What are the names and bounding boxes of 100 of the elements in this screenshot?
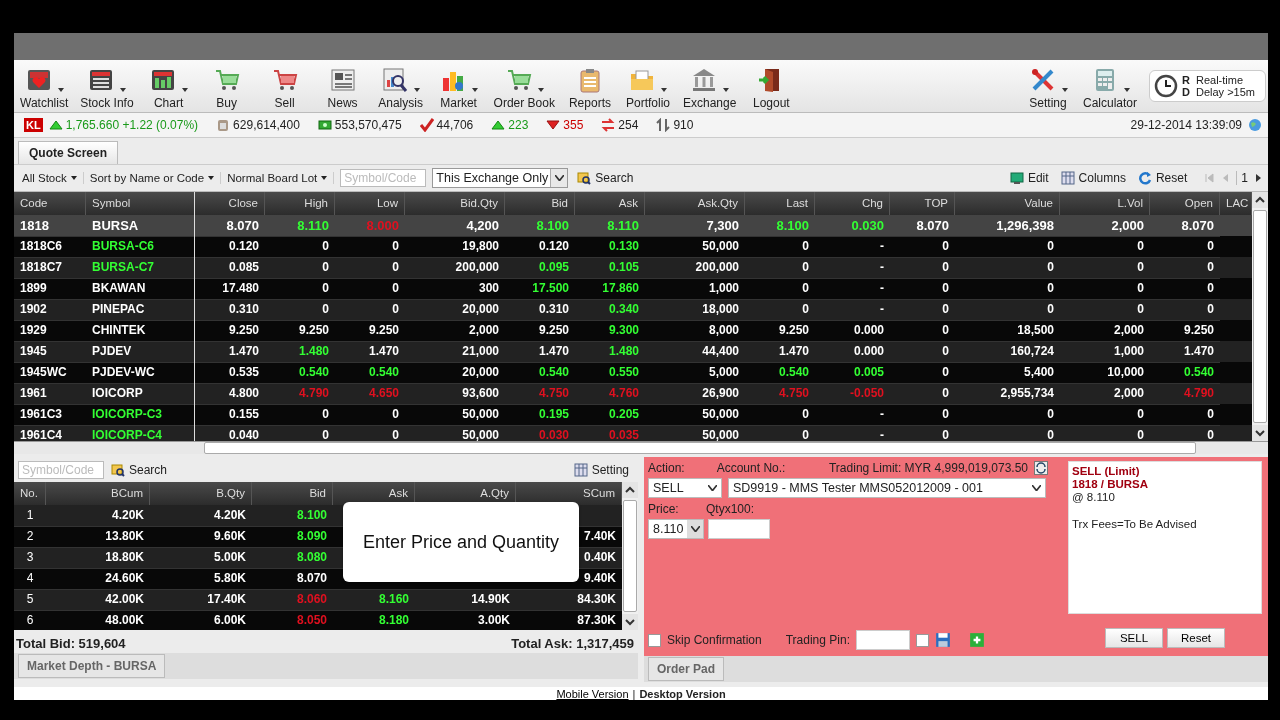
toolbar-button[interactable]: News: [313, 62, 372, 110]
chevron-down-icon: [708, 485, 717, 491]
toolbar-button[interactable]: Buy: [197, 62, 256, 110]
scroll-up-icon[interactable]: [622, 482, 638, 498]
field-label: Account No.:: [716, 461, 786, 475]
table-row[interactable]: 1818 BURSA 8.070 8.110 8.000 4,200 8.100 8.110 7,300 8.100 0.030 8.070 1,296,398 2,000 8.070: [14, 215, 1252, 236]
toolbar-action[interactable]: Edit: [1006, 171, 1052, 185]
search-icon: [577, 171, 592, 185]
market-stat: 910: [673, 118, 694, 132]
symbol-field[interactable]: Symbol/Code: [340, 169, 427, 187]
symbol-field[interactable]: Symbol/Code: [18, 460, 104, 479]
table-cell: 3.00K: [415, 610, 516, 630]
first-page-icon[interactable]: [1204, 173, 1215, 183]
toolbar-action[interactable]: Columns: [1057, 171, 1129, 185]
pin-field[interactable]: [856, 630, 910, 650]
total-bid: Total Bid: 519,604: [16, 636, 126, 651]
table-row[interactable]: 1961C3 IOICORP-C3 0.155 0 0 50,000 0.195 0.205 50,000 0 - 0 0 0 0: [14, 404, 1252, 425]
filter-dropdown[interactable]: Normal Board Lot: [227, 172, 335, 184]
table-cell: 6.00K: [150, 610, 252, 630]
tab[interactable]: Quote Screen: [18, 141, 119, 164]
submit-button[interactable]: SELL: [1105, 628, 1163, 648]
toolbar-button[interactable]: Market: [429, 62, 488, 110]
separator: |: [632, 687, 636, 700]
search-button[interactable]: Search: [108, 462, 171, 477]
toolbar-button[interactable]: Analysis: [371, 62, 430, 110]
action-select[interactable]: SELL: [648, 478, 722, 498]
scrollbar[interactable]: [14, 441, 1268, 454]
toolbar-button[interactable]: Setting: [1019, 62, 1077, 110]
toolbar-button[interactable]: Calculator: [1077, 62, 1144, 110]
field-label: Action:: [648, 461, 685, 475]
refresh-icon[interactable]: [1034, 461, 1048, 475]
up-triangle-icon: [48, 118, 63, 132]
table-row[interactable]: 1818C6 BURSA-C6 0.120 0 0 19,800 0.120 0.130 50,000 0 - 0 0 0 0: [14, 236, 1252, 257]
reset-button[interactable]: Reset: [1167, 628, 1225, 648]
search-button[interactable]: Search: [574, 171, 637, 185]
tab[interactable]: Market Depth - BURSA: [18, 654, 166, 678]
filter-dropdown[interactable]: Sort by Name or Code: [89, 172, 222, 184]
swap-arrows-icon: [601, 118, 616, 132]
table-row[interactable]: 1929 CHINTEK 9.250 9.250 9.250 2,000 9.250 9.300 8,000 9.250 0.000 0 18,500 2,000 9.250: [14, 320, 1252, 341]
table-cell: 48.00K: [46, 610, 150, 630]
toolbar-button[interactable]: Chart: [139, 62, 198, 110]
trading-limit: Trading Limit: MYR 4,999,019,073.50: [829, 461, 1028, 475]
checkbox-label: Skip Confirmation: [667, 633, 762, 647]
order-fees: Trx Fees=To Be Advised: [1072, 518, 1198, 531]
toolbar-button[interactable]: Exchange: [676, 62, 743, 110]
toolbar-action[interactable]: Reset: [1134, 171, 1191, 185]
table-row[interactable]: 1818C7 BURSA-C7 0.085 0 0 200,000 0.095 0.105 200,000 0 - 0 0 0 0: [14, 257, 1252, 278]
table-cell: 6: [14, 610, 46, 630]
columns-icon: [1060, 171, 1075, 185]
market-stat: 1,765.660 +1.22 (0.07%): [65, 118, 199, 132]
quantity-field[interactable]: [708, 519, 770, 539]
page-number[interactable]: 1: [1236, 171, 1248, 185]
toolbar-button[interactable]: Portfolio: [618, 62, 677, 110]
tab[interactable]: Order Pad: [648, 657, 725, 681]
table-row[interactable]: 1899 BKAWAN 17.480 0 0 300 17.500 17.860 1,000 0 - 0 0 0 0: [14, 278, 1252, 299]
toolbar-button[interactable]: Reports: [560, 62, 619, 110]
setting-button[interactable]: Setting: [570, 462, 632, 477]
banknote-icon: [317, 118, 332, 132]
filter-dropdown[interactable]: All Stock: [22, 172, 84, 184]
table-cell: 8.050: [252, 610, 333, 630]
scrollbar[interactable]: [1252, 192, 1268, 441]
field-label: Trading Pin:: [785, 633, 850, 647]
clock-icon: [1154, 74, 1179, 98]
caret-icon: [70, 176, 77, 180]
caret-icon: [321, 176, 328, 180]
scroll-down-icon[interactable]: [1252, 425, 1268, 441]
order-stock: 1818 / BURSA: [1072, 478, 1150, 491]
scroll-up-icon[interactable]: [1252, 192, 1268, 208]
exchange-select[interactable]: This Exchange Only: [432, 168, 569, 188]
price-field[interactable]: 8.110: [648, 519, 704, 539]
feed-label: Real-time: [1196, 74, 1244, 86]
account-select[interactable]: SD9919 - MMS Tester MMS052012009 - 001: [728, 478, 1046, 498]
globe-icon: [1248, 118, 1262, 132]
table-row[interactable]: 1945WC PJDEV-WC 0.535 0.540 0.540 20,000 0.540 0.550 5,000 0.540 0.005 0 5,400 10,000 0.540: [14, 362, 1252, 383]
field-label: Qtyx100:: [706, 502, 755, 516]
exchange-badge: KL: [24, 118, 43, 132]
order-price: @ 8.110: [1072, 491, 1116, 504]
toolbar-button[interactable]: Logout: [742, 62, 801, 110]
toolbar-button[interactable]: Watchlist: [14, 62, 75, 110]
table-cell: 8.180: [333, 610, 415, 630]
toolbar-button[interactable]: Order Book: [487, 62, 561, 110]
table-row[interactable]: 1902 PINEPAC 0.310 0 0 20,000 0.310 0.340 18,000 0 - 0 0 0 0: [14, 299, 1252, 320]
chevron-down-icon: [554, 175, 564, 181]
table-row[interactable]: 1945 PJDEV 1.470 1.480 1.470 21,000 1.470 1.480 44,400 1.470 0.000 0 160,724 1,000 1.470: [14, 341, 1252, 362]
save-icon[interactable]: [935, 632, 951, 648]
checkbox[interactable]: [648, 633, 661, 647]
toolbar-button[interactable]: Stock Info: [74, 62, 140, 110]
scroll-down-icon[interactable]: [622, 614, 638, 630]
toolbar-button[interactable]: Sell: [255, 62, 314, 110]
up-triangle-icon: [491, 118, 506, 132]
scrollbar[interactable]: [622, 482, 638, 630]
add-icon[interactable]: [969, 632, 985, 648]
table-row[interactable]: 1961 IOICORP 4.800 4.790 4.650 93,600 4.750 4.760 26,900 4.750 -0.050 0 2,955,734 2,000 4.790: [14, 383, 1252, 404]
feed-code: D: [1182, 86, 1190, 98]
market-stat: 629,614,400: [233, 118, 300, 132]
screen-icon: [1009, 171, 1024, 185]
mobile-version-link[interactable]: Mobile Version: [556, 687, 629, 700]
checkbox[interactable]: [916, 633, 929, 647]
feed-label: Delay >15m: [1196, 86, 1255, 98]
newspaper-icon: [328, 66, 357, 94]
